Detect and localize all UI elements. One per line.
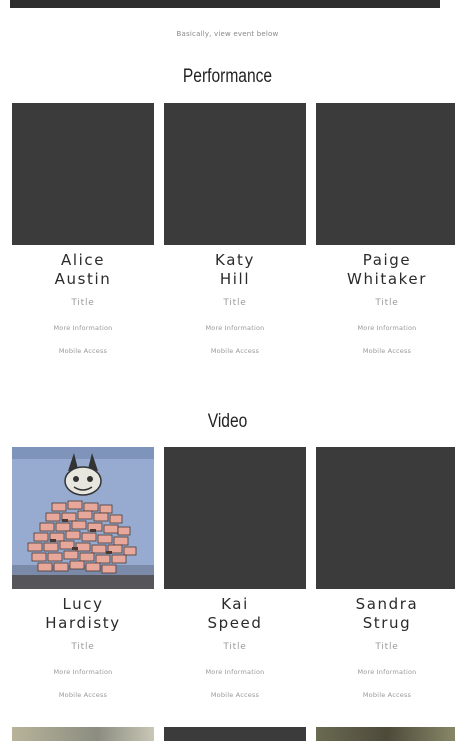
artist-name[interactable]: Paige Whitaker: [347, 251, 427, 289]
artist-thumbnail-partial[interactable]: [316, 727, 455, 741]
artist-name[interactable]: Katy Hill: [215, 251, 255, 289]
mobile-access-link[interactable]: Mobile Access: [211, 347, 259, 355]
artist-thumbnail[interactable]: [316, 447, 455, 589]
next-row-partial: [12, 727, 455, 741]
artist-card[interactable]: Kai Speed Title More Information Mobile …: [164, 447, 306, 699]
mobile-access-link[interactable]: Mobile Access: [59, 691, 107, 699]
mobile-access-link[interactable]: Mobile Access: [211, 691, 259, 699]
artist-thumbnail-partial[interactable]: [164, 727, 306, 741]
more-information-link[interactable]: More Information: [53, 668, 112, 676]
more-information-link[interactable]: More Information: [205, 324, 264, 332]
mobile-access-link[interactable]: Mobile Access: [363, 347, 411, 355]
artist-card[interactable]: Paige Whitaker Title More Information Mo…: [316, 103, 455, 355]
artist-title: Title: [375, 642, 399, 652]
artist-card[interactable]: Lucy Hardisty Title More Information Mob…: [12, 447, 154, 699]
intro-text: Basically, view event below: [176, 30, 279, 38]
mobile-access-link[interactable]: Mobile Access: [59, 347, 107, 355]
more-information-link[interactable]: More Information: [357, 668, 416, 676]
artist-card[interactable]: Alice Austin Title More Information Mobi…: [12, 103, 154, 355]
section-title-video: Video: [207, 411, 248, 432]
more-information-link[interactable]: More Information: [357, 324, 416, 332]
artist-title: Title: [375, 298, 399, 308]
artwork-image: [12, 447, 154, 589]
artist-thumbnail[interactable]: [164, 103, 306, 245]
artist-name[interactable]: Lucy Hardisty: [45, 595, 120, 633]
artist-title: Title: [223, 298, 247, 308]
artist-name[interactable]: Sandra Strug: [356, 595, 419, 633]
artist-title: Title: [71, 642, 95, 652]
artist-name[interactable]: Alice Austin: [55, 251, 112, 289]
mobile-access-link[interactable]: Mobile Access: [363, 691, 411, 699]
artist-thumbnail[interactable]: [164, 447, 306, 589]
performance-grid: Alice Austin Title More Information Mobi…: [12, 103, 455, 355]
more-information-link[interactable]: More Information: [53, 324, 112, 332]
artist-card[interactable]: Sandra Strug Title More Information Mobi…: [316, 447, 455, 699]
artist-title: Title: [223, 642, 247, 652]
artist-thumbnail-photo[interactable]: [12, 447, 154, 589]
more-information-link[interactable]: More Information: [205, 668, 264, 676]
artist-thumbnail[interactable]: [12, 103, 154, 245]
video-grid: Lucy Hardisty Title More Information Mob…: [12, 447, 455, 699]
artist-title: Title: [71, 298, 95, 308]
section-title-performance: Performance: [182, 66, 273, 87]
artist-thumbnail[interactable]: [316, 103, 455, 245]
artist-card[interactable]: Katy Hill Title More Information Mobile …: [164, 103, 306, 355]
artist-thumbnail-partial[interactable]: [12, 727, 154, 741]
top-bar: [10, 0, 440, 8]
artist-name[interactable]: Kai Speed: [207, 595, 262, 633]
